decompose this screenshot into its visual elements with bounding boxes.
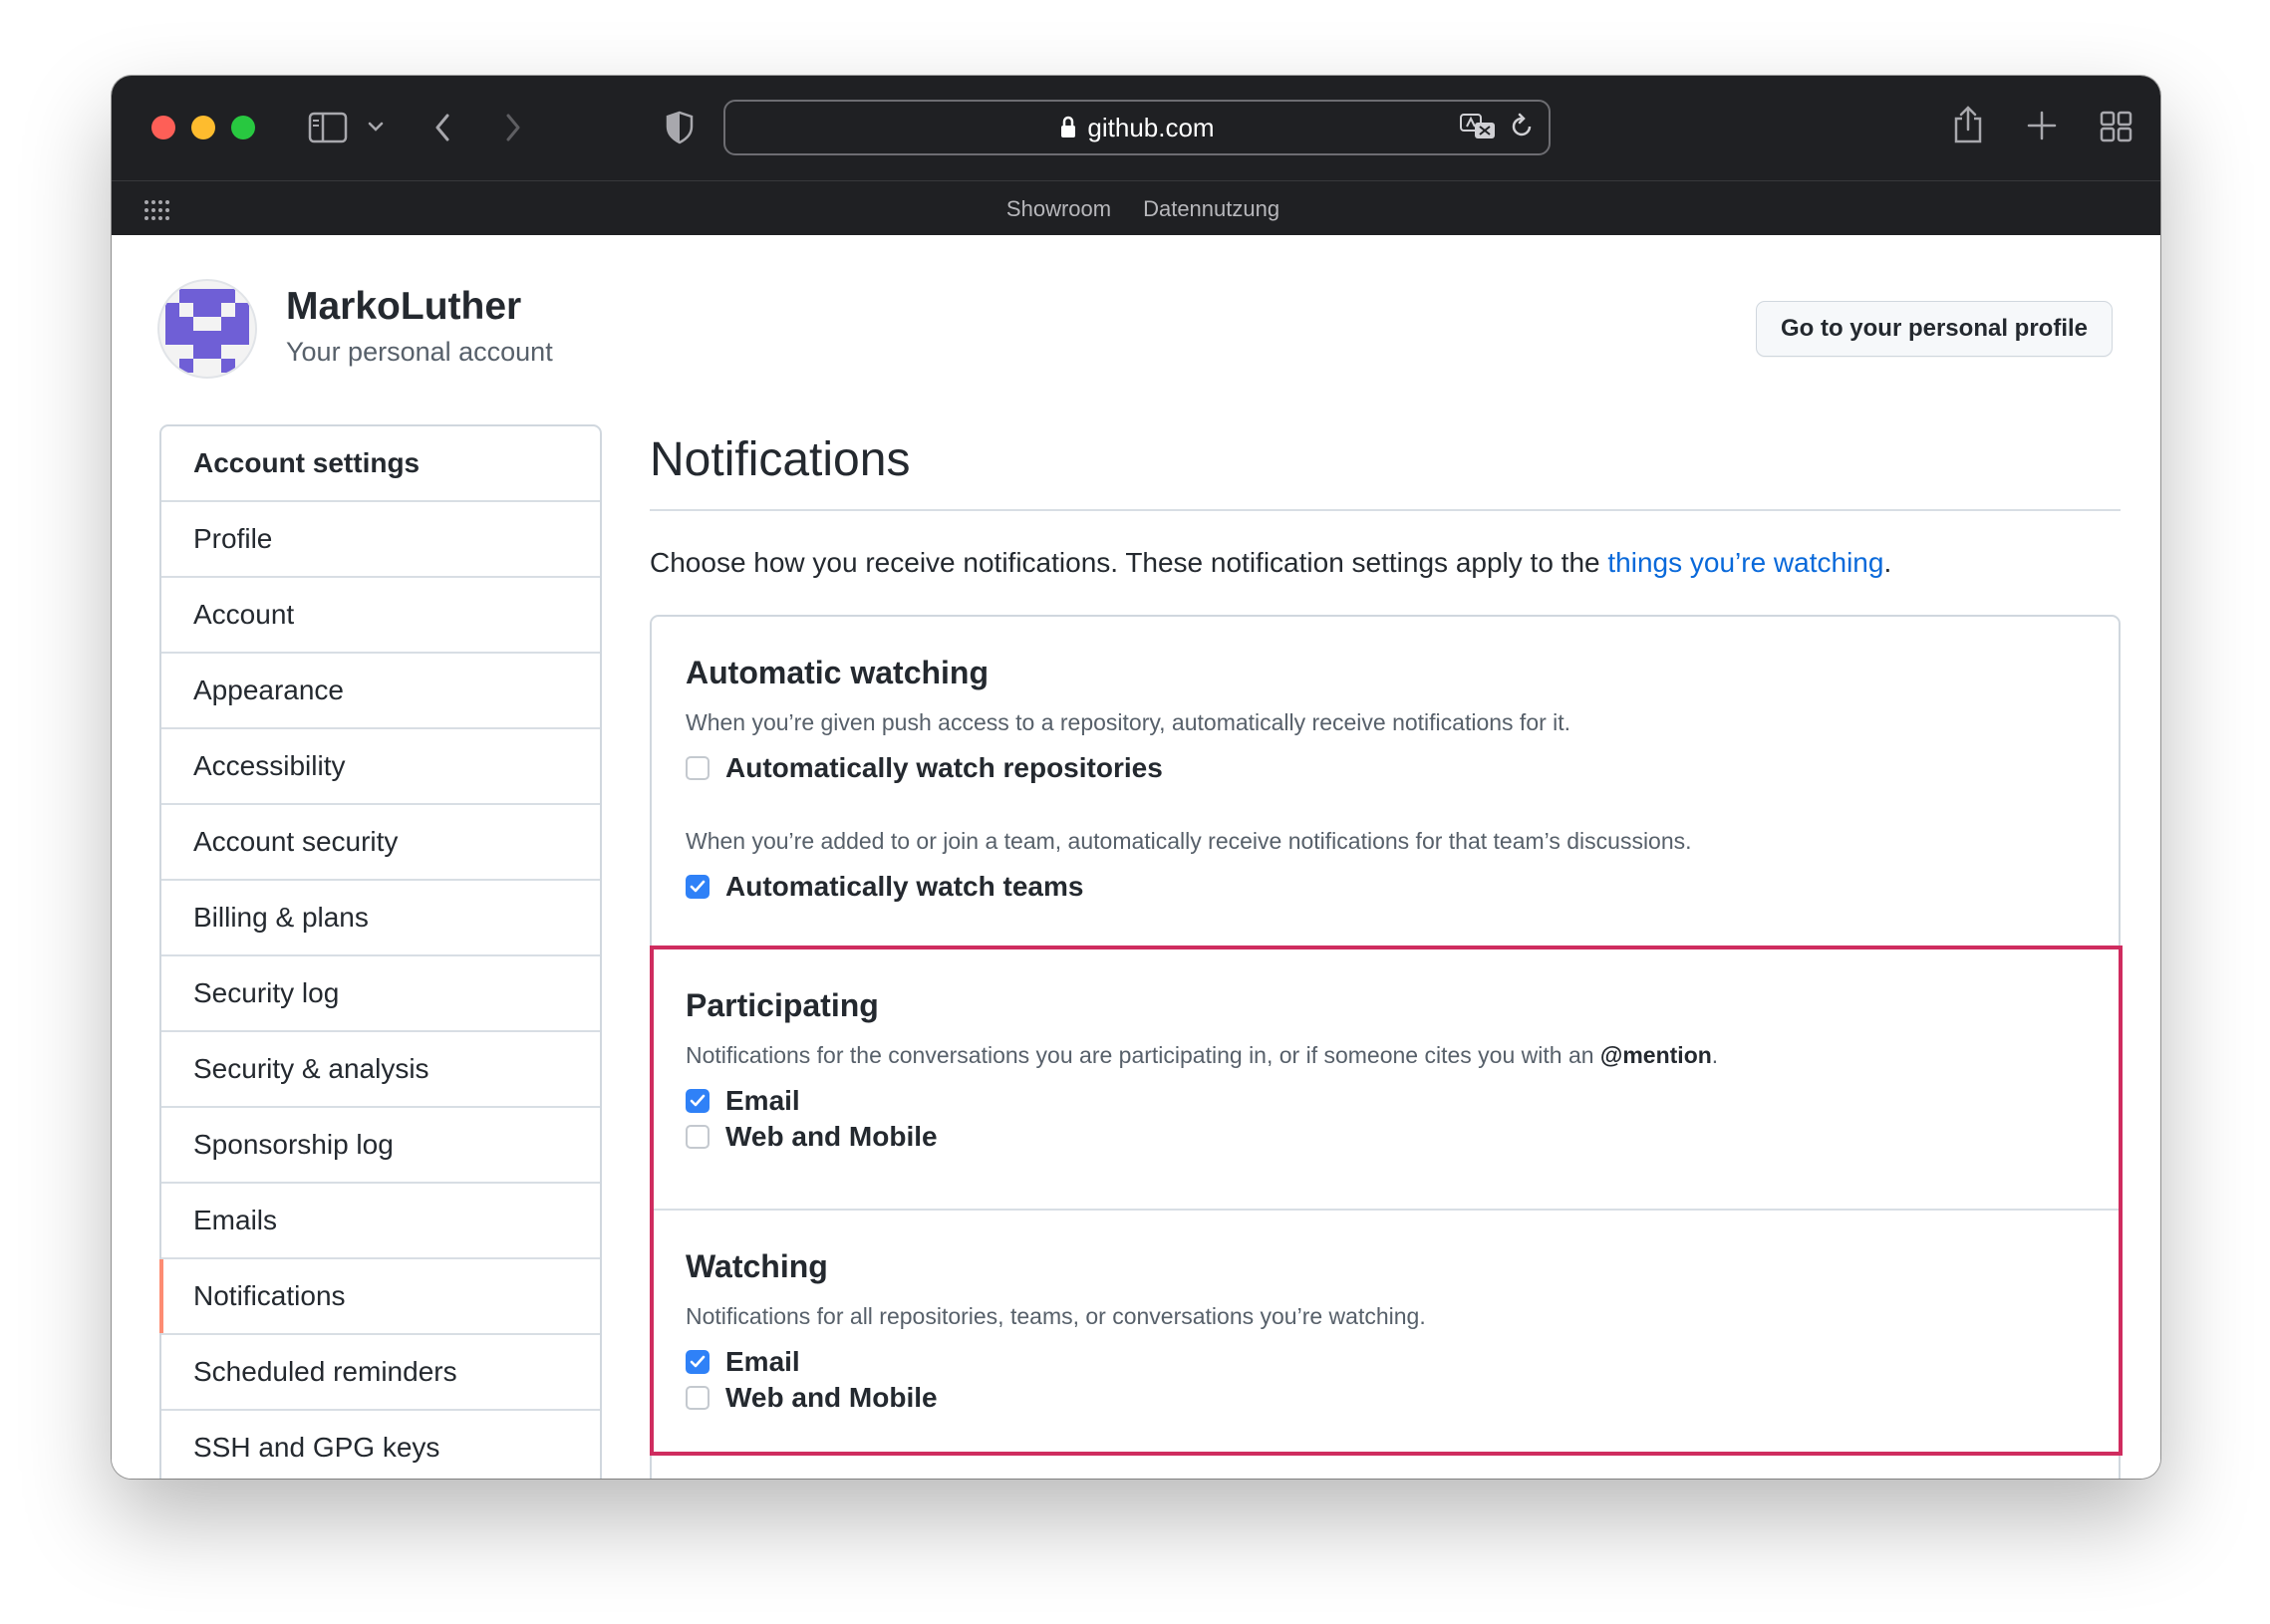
watch-teams-label[interactable]: Automatically watch teams <box>725 871 1083 903</box>
new-tab-icon[interactable] <box>2026 110 2058 141</box>
participating-web-checkbox[interactable] <box>686 1125 709 1149</box>
sidebar-item-sponsorship-log[interactable]: Sponsorship log <box>161 1108 600 1184</box>
participating-email-checkbox[interactable] <box>686 1089 709 1113</box>
participating-desc-prefix: Notifications for the conversations you … <box>686 1042 1600 1068</box>
account-subtitle: Your personal account <box>286 337 553 367</box>
intro-text: Choose how you receive notifications. Th… <box>650 547 2121 579</box>
sidebar-item-emails[interactable]: Emails <box>161 1184 600 1259</box>
sidebar-item-accessibility[interactable]: Accessibility <box>161 729 600 805</box>
watch-teams-checkbox[interactable] <box>686 875 709 899</box>
account-username: MarkoLuther <box>286 285 522 328</box>
watching-email-row[interactable]: Email <box>686 1344 2085 1380</box>
watching-title: Watching <box>686 1248 828 1284</box>
translate-icon[interactable] <box>1459 112 1497 146</box>
settings-sidebar: Account settings Profile Account Appeara… <box>159 424 602 1479</box>
url-text: github.com <box>1087 112 1215 142</box>
page-content: MarkoLuther Your personal account Go to … <box>112 235 2160 1479</box>
participating-title: Participating <box>686 987 879 1023</box>
lock-icon <box>1059 116 1077 139</box>
back-arrow-icon[interactable] <box>432 112 452 143</box>
sidebar-toggle-icon[interactable] <box>308 112 348 143</box>
share-icon[interactable] <box>1952 104 1984 145</box>
watching-email-label[interactable]: Email <box>725 1346 800 1378</box>
participating-email-label[interactable]: Email <box>725 1085 800 1117</box>
browser-toolbar: github.com <box>112 76 2160 180</box>
sidebar-item-account-security[interactable]: Account security <box>161 805 600 881</box>
sidebar-item-billing[interactable]: Billing & plans <box>161 881 600 956</box>
zoom-window-button[interactable] <box>231 116 255 139</box>
watching-web-checkbox[interactable] <box>686 1386 709 1410</box>
favorites-bar: Showroom Datennutzung <box>112 180 2160 235</box>
things-watching-link[interactable]: things you’re watching <box>1607 547 1883 578</box>
notifications-settings-box: Automatic watching When you’re given pus… <box>650 615 2123 1479</box>
automatic-repos-description: When you’re given push access to a repos… <box>686 709 1571 735</box>
page-title: Notifications <box>650 432 2121 511</box>
reload-icon[interactable] <box>1509 113 1535 145</box>
main-panel: Notifications Choose how you receive not… <box>650 424 2123 1479</box>
watch-teams-row[interactable]: Automatically watch teams <box>686 869 2085 905</box>
favorite-datennutzung[interactable]: Datennutzung <box>1143 196 1279 222</box>
sidebar-item-profile[interactable]: Profile <box>161 502 600 578</box>
participating-web-row[interactable]: Web and Mobile <box>686 1119 2085 1155</box>
sidebar-item-appearance[interactable]: Appearance <box>161 654 600 729</box>
automatic-watching-title: Automatic watching <box>686 655 990 690</box>
sidebar-item-notifications[interactable]: Notifications <box>159 1259 600 1335</box>
sidebar-item-security-log[interactable]: Security log <box>161 956 600 1032</box>
close-window-button[interactable] <box>151 116 175 139</box>
highlighted-region: Participating Notifications for the conv… <box>650 946 2123 1460</box>
checkmark-icon <box>690 880 706 893</box>
watch-repositories-row[interactable]: Automatically watch repositories <box>686 750 2085 786</box>
watching-section: Watching Notifications for all repositor… <box>652 1211 2119 1460</box>
watching-web-label[interactable]: Web and Mobile <box>725 1382 938 1414</box>
privacy-shield-icon[interactable] <box>665 111 695 144</box>
address-bar[interactable]: github.com <box>723 100 1551 155</box>
intro-prefix: Choose how you receive notifications. Th… <box>650 547 1608 578</box>
sidebar-item-scheduled-reminders[interactable]: Scheduled reminders <box>161 1335 600 1411</box>
participating-web-label[interactable]: Web and Mobile <box>725 1121 938 1153</box>
checkmark-icon <box>690 1094 706 1107</box>
automatic-watching-section: Automatic watching When you’re given pus… <box>652 617 2119 947</box>
participating-section: Participating Notifications for the conv… <box>652 949 2119 1209</box>
participating-desc-suffix: . <box>1711 1042 1719 1068</box>
sidebar-header: Account settings <box>161 426 600 502</box>
watching-web-row[interactable]: Web and Mobile <box>686 1380 2085 1416</box>
participating-description: Notifications for the conversations you … <box>686 1042 2085 1069</box>
watch-repositories-label[interactable]: Automatically watch repositories <box>725 752 1163 784</box>
forward-arrow-icon[interactable] <box>503 112 523 143</box>
mention-text: @mention <box>1599 1042 1712 1068</box>
automatic-teams-description: When you’re added to or join a team, aut… <box>686 828 1692 854</box>
intro-suffix: . <box>1883 547 1892 578</box>
participating-email-row[interactable]: Email <box>686 1083 2085 1119</box>
go-to-profile-button[interactable]: Go to your personal profile <box>1755 301 2113 357</box>
watching-description: Notifications for all repositories, team… <box>686 1303 1426 1329</box>
watch-repositories-checkbox[interactable] <box>686 756 709 780</box>
sidebar-item-security-analysis[interactable]: Security & analysis <box>161 1032 600 1108</box>
sidebar-item-ssh-gpg-keys[interactable]: SSH and GPG keys <box>161 1411 600 1479</box>
avatar[interactable] <box>157 279 257 379</box>
favorite-showroom[interactable]: Showroom <box>1006 196 1111 222</box>
minimize-window-button[interactable] <box>191 116 215 139</box>
sidebar-item-account[interactable]: Account <box>161 578 600 654</box>
tab-overview-icon[interactable] <box>2100 110 2133 143</box>
chevron-down-icon[interactable] <box>367 120 385 134</box>
watching-email-checkbox[interactable] <box>686 1350 709 1374</box>
browser-window: github.com Showroom Datennutzung MarkoLu… <box>112 76 2160 1479</box>
checkmark-icon <box>690 1355 706 1368</box>
